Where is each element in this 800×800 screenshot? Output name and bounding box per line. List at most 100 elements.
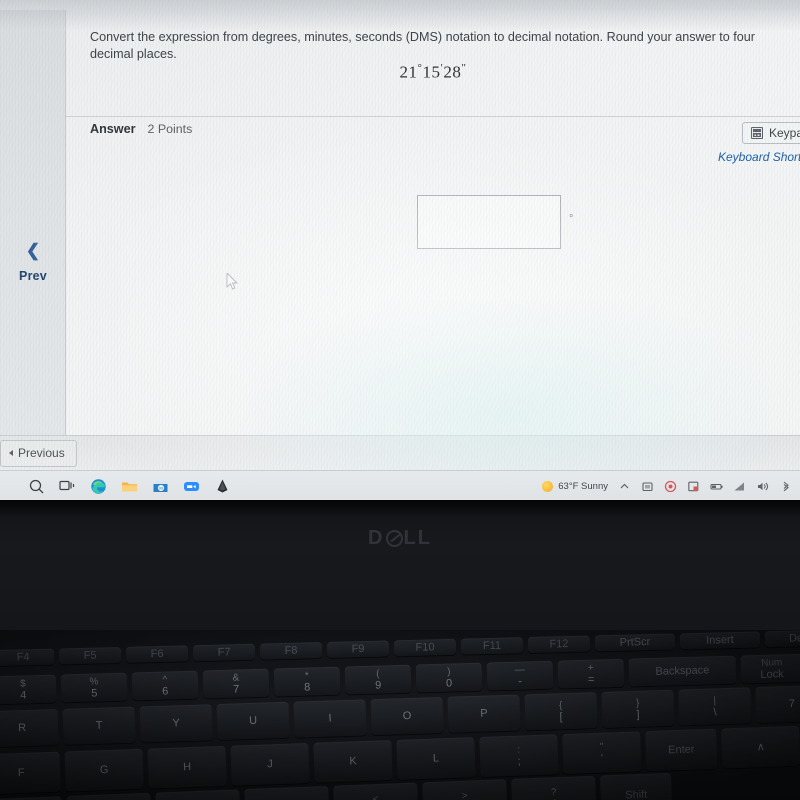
expression-minutes: 15 xyxy=(422,62,441,82)
search-icon[interactable] xyxy=(28,478,45,495)
key-legend: F5 xyxy=(83,649,97,662)
key-u[interactable]: U xyxy=(216,701,290,741)
key--[interactable]: — - xyxy=(486,660,554,691)
zoom-app-icon[interactable] xyxy=(183,478,200,495)
key-backspace[interactable]: Backspace xyxy=(628,655,737,687)
key-prtscr[interactable]: PrtScr xyxy=(594,633,676,652)
key--[interactable]: + = xyxy=(557,658,625,689)
updates-icon[interactable] xyxy=(687,480,700,493)
microsoft-store-icon[interactable]: 99 xyxy=(152,478,169,495)
mouse-pointer xyxy=(226,273,239,290)
key-o[interactable]: O xyxy=(370,696,444,736)
task-view-icon[interactable] xyxy=(59,478,76,495)
key-legend: ' xyxy=(600,752,604,765)
key-n[interactable]: N xyxy=(155,789,241,800)
key-f8[interactable]: F8 xyxy=(259,642,323,660)
left-navigation-rail: ❮ Prev xyxy=(0,10,66,435)
key-j[interactable]: J xyxy=(230,742,310,786)
key--[interactable]: ∧ xyxy=(721,725,800,769)
question-prompt-text: Convert the expression from degrees, min… xyxy=(90,30,756,61)
key-insert[interactable]: Insert xyxy=(679,631,761,650)
key-legend: Lock xyxy=(760,667,784,681)
key-top-legend: } xyxy=(635,697,640,709)
key-f6[interactable]: F6 xyxy=(125,645,189,663)
key--[interactable]: " ' xyxy=(562,731,642,775)
dell-letter-l2: L xyxy=(417,527,432,549)
key-b[interactable]: B xyxy=(66,792,152,800)
onedrive-icon[interactable] xyxy=(641,480,654,493)
battery-icon[interactable] xyxy=(710,480,723,493)
key-f9[interactable]: F9 xyxy=(326,640,390,658)
key-v[interactable]: V xyxy=(0,796,64,800)
key-f10[interactable]: F10 xyxy=(393,638,457,657)
keyboard-shortcuts-link[interactable]: Keyboard Shortcuts xyxy=(718,150,800,164)
key-f5[interactable]: F5 xyxy=(58,646,122,665)
key-t[interactable]: T xyxy=(62,706,136,745)
key-legend: 4 xyxy=(20,688,27,702)
key-f[interactable]: F xyxy=(0,751,61,795)
inkscape-icon[interactable] xyxy=(214,478,231,495)
dell-letter-d: D xyxy=(368,527,385,549)
key--[interactable]: | \ xyxy=(678,687,752,726)
key-6[interactable]: ^ 6 xyxy=(131,670,199,701)
key-m[interactable]: M xyxy=(244,785,330,800)
key--[interactable]: :; xyxy=(479,734,559,777)
dell-brand-logo: D LL xyxy=(0,527,800,550)
key-legend: T xyxy=(95,719,103,732)
key-legend: 5 xyxy=(91,686,98,700)
keypad-button-label: Keypad xyxy=(769,126,800,140)
key-i[interactable]: I xyxy=(293,699,367,738)
key-7[interactable]: & 7 xyxy=(202,668,270,699)
key-f4[interactable]: F4 xyxy=(0,648,55,667)
key--[interactable]: ?/ xyxy=(511,775,597,800)
answer-input[interactable] xyxy=(417,195,561,249)
antivirus-icon[interactable] xyxy=(664,480,677,493)
key-legend: Y xyxy=(172,717,180,730)
volume-icon[interactable] xyxy=(756,480,769,493)
key-legend: 0 xyxy=(445,677,453,690)
previous-button[interactable]: Previous xyxy=(0,440,77,467)
key--[interactable]: >. xyxy=(422,779,508,800)
show-hidden-icons-chevron[interactable] xyxy=(618,480,631,493)
key-5[interactable]: % 5 xyxy=(60,672,128,703)
key--[interactable]: <, xyxy=(333,782,419,800)
key-k[interactable]: K xyxy=(313,740,393,783)
key-legend: ] xyxy=(636,708,640,721)
key-lock[interactable]: Num Lock xyxy=(740,653,800,684)
key-9[interactable]: (9 xyxy=(344,664,412,695)
key-7[interactable]: 7 xyxy=(755,684,800,724)
keypad-button[interactable]: Keypad xyxy=(742,122,800,144)
key-g[interactable]: G xyxy=(64,748,144,792)
key-f7[interactable]: F7 xyxy=(192,643,256,662)
network-icon[interactable] xyxy=(733,480,746,493)
key-r[interactable]: R xyxy=(0,709,59,748)
key-delete[interactable]: Delete xyxy=(764,630,800,648)
key-legend: J xyxy=(267,758,274,771)
key--[interactable]: }] xyxy=(601,689,675,728)
key-h[interactable]: H xyxy=(147,745,227,789)
key-enter[interactable]: Enter xyxy=(645,728,718,772)
sun-icon xyxy=(542,480,554,492)
key-legend: F10 xyxy=(415,641,435,654)
windows-taskbar: 99 63°F Sunny xyxy=(0,470,800,500)
key-f11[interactable]: F11 xyxy=(460,637,524,655)
key-y[interactable]: Y xyxy=(139,704,213,743)
key-p[interactable]: P xyxy=(447,694,521,733)
key-l[interactable]: L xyxy=(396,737,476,780)
file-explorer-icon[interactable] xyxy=(121,478,138,495)
bluetooth-icon[interactable] xyxy=(779,480,792,493)
weather-widget[interactable]: 63°F Sunny xyxy=(542,480,608,492)
key-legend: L xyxy=(432,752,440,765)
key-legend: F6 xyxy=(150,647,164,661)
key-shift[interactable]: Shift xyxy=(599,772,673,800)
key-4[interactable]: $4 xyxy=(0,674,57,705)
key-legend: PrtScr xyxy=(619,636,651,649)
key-top-legend: — xyxy=(514,663,525,676)
key-0[interactable]: ) 0 xyxy=(415,662,483,693)
microsoft-edge-icon[interactable] xyxy=(90,478,107,495)
key--[interactable]: {[ xyxy=(524,692,598,731)
key-f12[interactable]: F12 xyxy=(527,635,591,654)
key-8[interactable]: * 8 xyxy=(273,666,341,697)
prev-question-nav[interactable]: ❮ Prev xyxy=(0,242,66,284)
key-legend: F8 xyxy=(284,644,298,657)
